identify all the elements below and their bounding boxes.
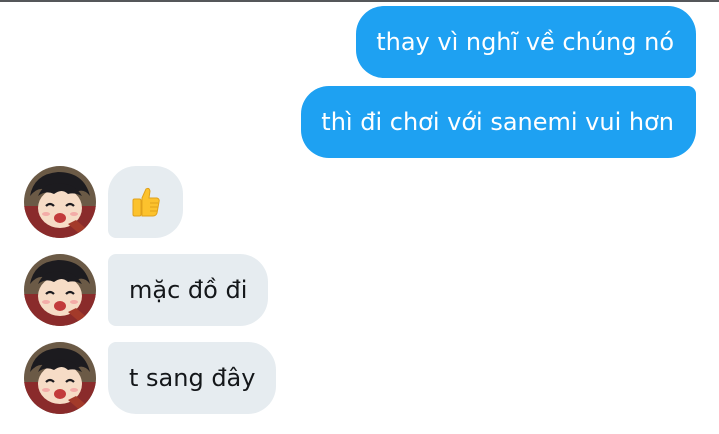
message-text: mặc đồ đi xyxy=(129,276,248,304)
message-text: t sang đây xyxy=(129,364,256,392)
incoming-message[interactable]: t sang đây xyxy=(108,342,277,414)
chat-thread: thay vì nghĩ về chúng nó thì đi chơi với… xyxy=(0,0,719,434)
outgoing-message[interactable]: thì đi chơi với sanemi vui hơn xyxy=(301,86,696,158)
avatar-image xyxy=(24,254,96,326)
incoming-message[interactable]: mặc đồ đi xyxy=(108,254,269,326)
top-divider xyxy=(0,0,719,2)
message-text: thì đi chơi với sanemi vui hơn xyxy=(321,108,674,136)
avatar[interactable] xyxy=(24,342,96,414)
incoming-message-emoji[interactable] xyxy=(108,166,183,238)
outgoing-message[interactable]: thay vì nghĩ về chúng nó xyxy=(356,6,696,78)
message-text: thay vì nghĩ về chúng nó xyxy=(376,28,674,56)
avatar[interactable] xyxy=(24,166,96,238)
avatar-image xyxy=(24,166,96,238)
thumbs-up-emoji-icon xyxy=(132,187,160,217)
avatar-image xyxy=(24,342,96,414)
avatar[interactable] xyxy=(24,254,96,326)
